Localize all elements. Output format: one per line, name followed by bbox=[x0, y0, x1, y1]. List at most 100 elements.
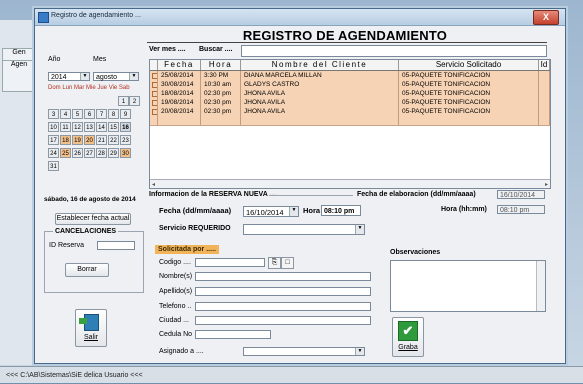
calendar-day[interactable]: 12 bbox=[72, 122, 83, 132]
calendar-day-selected[interactable]: 16 bbox=[120, 122, 131, 132]
cell-servicio: 05-PAQUETE TONIFICACION bbox=[399, 80, 539, 89]
calendar-day[interactable]: 6 bbox=[84, 109, 95, 119]
title-bar[interactable]: Registro de agendamiento ... X bbox=[35, 9, 565, 26]
month-select[interactable]: agosto ▼ bbox=[93, 72, 139, 81]
section-divider bbox=[269, 195, 353, 196]
calendar-day[interactable]: 24 bbox=[48, 148, 59, 158]
row-marker[interactable] bbox=[150, 98, 158, 107]
calendar-day[interactable]: 7 bbox=[96, 109, 107, 119]
calendar-day[interactable]: 9 bbox=[120, 109, 131, 119]
exit-button[interactable]: Salir bbox=[75, 309, 107, 347]
calendar-day[interactable]: 29 bbox=[108, 148, 119, 158]
reserva-id-input[interactable] bbox=[97, 241, 135, 250]
calendar-day[interactable]: 2 bbox=[129, 96, 140, 106]
close-button[interactable]: X bbox=[533, 10, 559, 25]
calendar-day[interactable]: 5 bbox=[72, 109, 83, 119]
ver-mes-label[interactable]: Ver mes .... bbox=[149, 46, 186, 53]
ciudad-input[interactable] bbox=[195, 316, 371, 325]
new-reservation-title: Informacion de la RESERVA NUEVA .... bbox=[149, 191, 278, 198]
vertical-scrollbar[interactable] bbox=[536, 261, 545, 311]
background-tab-agen[interactable]: Agen bbox=[2, 60, 36, 92]
month-label: Mes bbox=[93, 56, 107, 63]
scroll-left-icon[interactable]: ◂ bbox=[152, 181, 155, 188]
checkmark-icon: ✔ bbox=[398, 321, 418, 341]
calendar-day[interactable]: 10 bbox=[48, 122, 59, 132]
chevron-down-icon: ▼ bbox=[289, 207, 298, 216]
calendar-day[interactable]: 27 bbox=[84, 148, 95, 158]
calendar-day[interactable]: 3 bbox=[48, 109, 59, 119]
chevron-down-icon: ▼ bbox=[355, 225, 364, 234]
calendar-day[interactable]: 26 bbox=[72, 148, 83, 158]
cell-id bbox=[539, 71, 550, 80]
row-marker[interactable] bbox=[150, 107, 158, 116]
hora-input[interactable]: 08:10 pm bbox=[321, 205, 361, 216]
delete-button[interactable]: Borrar bbox=[65, 263, 109, 277]
calendar-day-booked[interactable]: 30 bbox=[120, 148, 131, 158]
cell-id bbox=[539, 89, 550, 98]
calendar-day[interactable]: 31 bbox=[48, 161, 59, 171]
codigo-label: Codigo .... bbox=[159, 259, 191, 266]
chevron-down-icon: ▼ bbox=[129, 73, 138, 80]
cedula-input[interactable] bbox=[195, 330, 271, 339]
set-current-date-button[interactable]: Establecer fecha actual bbox=[55, 213, 131, 225]
save-button[interactable]: ✔ Graba bbox=[392, 317, 424, 357]
calendar-day[interactable]: 8 bbox=[108, 109, 119, 119]
chevron-down-icon: ▼ bbox=[355, 348, 364, 355]
row-marker[interactable] bbox=[150, 80, 158, 89]
cell-cliente: JHONA AVILA bbox=[241, 89, 399, 98]
row-marker[interactable] bbox=[150, 71, 158, 80]
cell-hora: 02:30 pm bbox=[201, 89, 241, 98]
calendar-day[interactable]: 28 bbox=[96, 148, 107, 158]
cell-servicio: 05-PAQUETE TONIFICACION bbox=[399, 89, 539, 98]
servicio-select[interactable]: ▼ bbox=[243, 224, 365, 235]
calendar-day[interactable]: 15 bbox=[108, 122, 119, 132]
header-cliente[interactable]: Nombre del Cliente bbox=[241, 60, 399, 70]
agendamiento-window: Registro de agendamiento ... X REGISTRO … bbox=[34, 8, 566, 364]
nombres-input[interactable] bbox=[195, 272, 371, 281]
calendar-day-booked[interactable]: 20 bbox=[84, 135, 95, 145]
header-fecha[interactable]: Fecha bbox=[158, 60, 201, 70]
calendar-day[interactable]: 17 bbox=[48, 135, 59, 145]
calendar-day[interactable]: 14 bbox=[96, 122, 107, 132]
year-label: Año bbox=[48, 56, 61, 63]
telefono-input[interactable] bbox=[195, 302, 371, 311]
cedula-label: Cedula No bbox=[159, 331, 193, 338]
elaboration-date-label: Fecha de elaboracion (dd/mm/aaaa) bbox=[357, 191, 476, 198]
table-header: Fecha Hora Nombre del Cliente Servicio S… bbox=[150, 60, 550, 71]
calendar-day[interactable]: 21 bbox=[96, 135, 107, 145]
header-hora[interactable]: Hora bbox=[201, 60, 241, 70]
codigo-input[interactable] bbox=[195, 258, 265, 267]
calendar-day[interactable]: 22 bbox=[108, 135, 119, 145]
asignado-select[interactable]: ▼ bbox=[243, 347, 365, 356]
apellidos-input[interactable] bbox=[195, 287, 371, 296]
calendar-day[interactable]: 13 bbox=[84, 122, 95, 132]
calendar-day-booked[interactable]: 25 bbox=[60, 148, 71, 158]
observaciones-textarea[interactable] bbox=[390, 260, 546, 312]
calendar-day[interactable]: 1 bbox=[118, 96, 129, 106]
cell-fecha: 30/08/2014 bbox=[158, 80, 201, 89]
observaciones-label: Observaciones bbox=[390, 249, 441, 256]
chevron-down-icon: ▼ bbox=[80, 73, 89, 80]
search-input[interactable] bbox=[241, 45, 547, 57]
calendar-day-booked[interactable]: 18 bbox=[60, 135, 71, 145]
cell-hora: 10:30 am bbox=[201, 80, 241, 89]
calendar-day-booked[interactable]: 19 bbox=[72, 135, 83, 145]
fecha-date-picker[interactable]: 16/10/2014 ▼ bbox=[243, 206, 299, 217]
calendar-daynames: Dom Lun Mar Mie Jue Vie Sab bbox=[48, 85, 130, 91]
calendar-day[interactable]: 23 bbox=[120, 135, 131, 145]
header-servicio[interactable]: Servicio Solicitado bbox=[399, 60, 539, 70]
cell-fecha: 19/08/2014 bbox=[158, 98, 201, 107]
selected-date-long: sábado, 16 de agosto de 2014 bbox=[44, 196, 136, 203]
table-row-empty[interactable] bbox=[150, 116, 550, 126]
search-client-icon[interactable]: ⎘ bbox=[268, 257, 281, 269]
asignado-label: Asignado a .... bbox=[159, 348, 204, 355]
header-id[interactable]: Id bbox=[539, 60, 550, 70]
cell-cliente: JHONA AVILA bbox=[241, 107, 399, 116]
scroll-right-icon[interactable]: ▸ bbox=[545, 181, 548, 188]
new-client-icon[interactable]: □ bbox=[281, 257, 294, 269]
horizontal-scrollbar[interactable]: ◂ ▸ bbox=[150, 179, 550, 188]
calendar-day[interactable]: 4 bbox=[60, 109, 71, 119]
calendar-day[interactable]: 11 bbox=[60, 122, 71, 132]
year-select[interactable]: 2014 ▼ bbox=[48, 72, 90, 81]
row-marker[interactable] bbox=[150, 89, 158, 98]
